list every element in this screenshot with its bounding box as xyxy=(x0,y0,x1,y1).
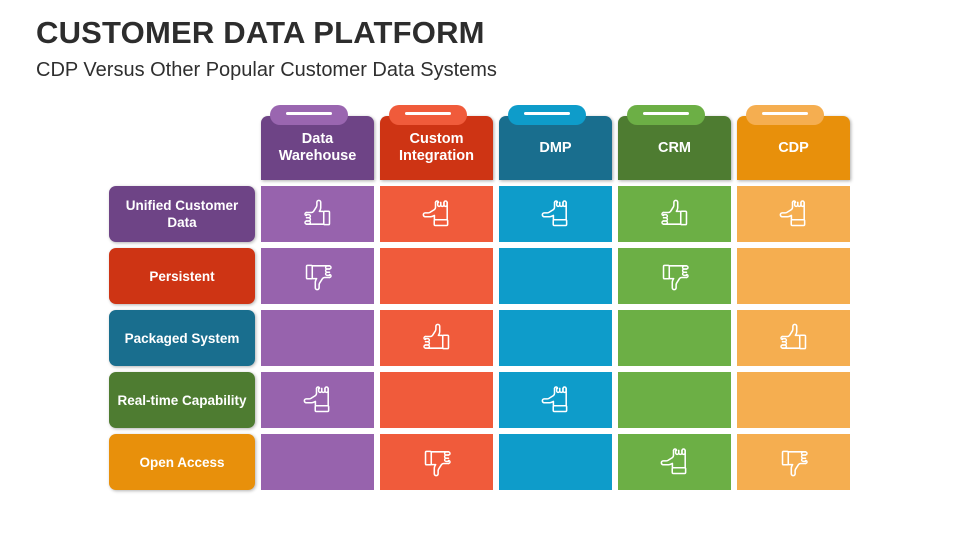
row-header-label: Real-time Capability xyxy=(117,392,247,408)
matrix-cell-unified-customer-data-crm[interactable] xyxy=(618,186,731,242)
matrix-cell-open-access-cdp[interactable] xyxy=(737,434,850,490)
row-header-label: Unified Customer Data xyxy=(125,198,239,230)
column-header-label: DMP xyxy=(539,139,572,156)
thumb-side-icon xyxy=(539,197,573,231)
page-title: CUSTOMER DATA PLATFORM xyxy=(36,15,485,50)
matrix-cell-real-time-capability-dmp[interactable] xyxy=(499,372,612,428)
thumb-down-icon xyxy=(420,445,454,479)
thumb-up-icon xyxy=(301,197,335,231)
thumb-side-icon xyxy=(301,383,335,417)
matrix-cell-persistent-dmp[interactable] xyxy=(499,248,612,304)
matrix-cell-unified-customer-data-data-warehouse[interactable] xyxy=(261,186,374,242)
tab-handle-line-icon xyxy=(762,111,808,115)
matrix-cell-real-time-capability-data-warehouse[interactable] xyxy=(261,372,374,428)
row-header-label: Persistent xyxy=(149,268,215,284)
column-header-dmp[interactable]: DMP xyxy=(499,105,612,180)
matrix-cell-persistent-data-warehouse[interactable] xyxy=(261,248,374,304)
matrix-cell-packaged-system-data-warehouse[interactable] xyxy=(261,310,374,366)
row-header-label: Packaged System xyxy=(124,330,240,346)
matrix-cell-persistent-crm[interactable] xyxy=(618,248,731,304)
row-header-persistent[interactable]: Persistent xyxy=(109,248,255,304)
thumb-up-icon xyxy=(420,321,454,355)
thumb-up-icon xyxy=(777,321,811,355)
column-header-cdp[interactable]: CDP xyxy=(737,105,850,180)
thumb-down-icon xyxy=(301,259,335,293)
thumb-up-icon xyxy=(658,197,692,231)
column-tab-cdp xyxy=(746,105,824,125)
thumb-side-icon xyxy=(777,197,811,231)
row-header-label: Open Access xyxy=(139,454,225,470)
matrix-cell-unified-customer-data-cdp[interactable] xyxy=(737,186,850,242)
matrix-cell-open-access-data-warehouse[interactable] xyxy=(261,434,374,490)
thumb-down-icon xyxy=(658,259,692,293)
tab-handle-line-icon xyxy=(643,111,689,115)
column-tab-dmp xyxy=(508,105,586,125)
matrix-cell-unified-customer-data-custom-integration[interactable] xyxy=(380,186,493,242)
matrix-cell-packaged-system-cdp[interactable] xyxy=(737,310,850,366)
matrix-cell-open-access-dmp[interactable] xyxy=(499,434,612,490)
comparison-matrix: Data Warehouse Custom Integration DMP CRM CD… xyxy=(109,104,853,494)
page-subtitle: CDP Versus Other Popular Customer Data S… xyxy=(36,59,497,81)
matrix-corner-spacer xyxy=(109,104,255,180)
matrix-cell-persistent-custom-integration[interactable] xyxy=(380,248,493,304)
matrix-cell-packaged-system-crm[interactable] xyxy=(618,310,731,366)
matrix-cell-real-time-capability-cdp[interactable] xyxy=(737,372,850,428)
column-header-data-warehouse[interactable]: Data Warehouse xyxy=(261,105,374,180)
tab-handle-line-icon xyxy=(286,111,332,115)
column-tab-crm xyxy=(627,105,705,125)
row-header-unified-customer-data[interactable]: Unified Customer Data xyxy=(109,186,255,242)
thumb-down-icon xyxy=(777,445,811,479)
matrix-cell-real-time-capability-custom-integration[interactable] xyxy=(380,372,493,428)
thumb-side-icon xyxy=(658,445,692,479)
matrix-cell-open-access-crm[interactable] xyxy=(618,434,731,490)
column-header-label: CDP xyxy=(778,139,809,156)
column-header-crm[interactable]: CRM xyxy=(618,105,731,180)
thumb-side-icon xyxy=(420,197,454,231)
matrix-grid: Data Warehouse Custom Integration DMP CRM CD… xyxy=(109,104,853,490)
column-tab-data-warehouse xyxy=(270,105,348,125)
matrix-cell-open-access-custom-integration[interactable] xyxy=(380,434,493,490)
matrix-cell-packaged-system-dmp[interactable] xyxy=(499,310,612,366)
thumb-side-icon xyxy=(539,383,573,417)
row-header-real-time-capability[interactable]: Real-time Capability xyxy=(109,372,255,428)
matrix-cell-packaged-system-custom-integration[interactable] xyxy=(380,310,493,366)
column-header-label: CRM xyxy=(657,139,692,156)
matrix-cell-unified-customer-data-dmp[interactable] xyxy=(499,186,612,242)
matrix-cell-persistent-cdp[interactable] xyxy=(737,248,850,304)
column-header-custom-integration[interactable]: Custom Integration xyxy=(380,105,493,180)
column-header-label: Data Warehouse xyxy=(278,131,357,164)
tab-handle-line-icon xyxy=(405,111,451,115)
row-header-open-access[interactable]: Open Access xyxy=(109,434,255,490)
title-block: CUSTOMER DATA PLATFORM CDP Versus Other … xyxy=(36,16,916,82)
row-header-packaged-system[interactable]: Packaged System xyxy=(109,310,255,366)
column-header-label: Custom Integration xyxy=(399,131,474,164)
tab-handle-line-icon xyxy=(524,111,570,115)
column-tab-custom-integration xyxy=(389,105,467,125)
matrix-cell-real-time-capability-crm[interactable] xyxy=(618,372,731,428)
